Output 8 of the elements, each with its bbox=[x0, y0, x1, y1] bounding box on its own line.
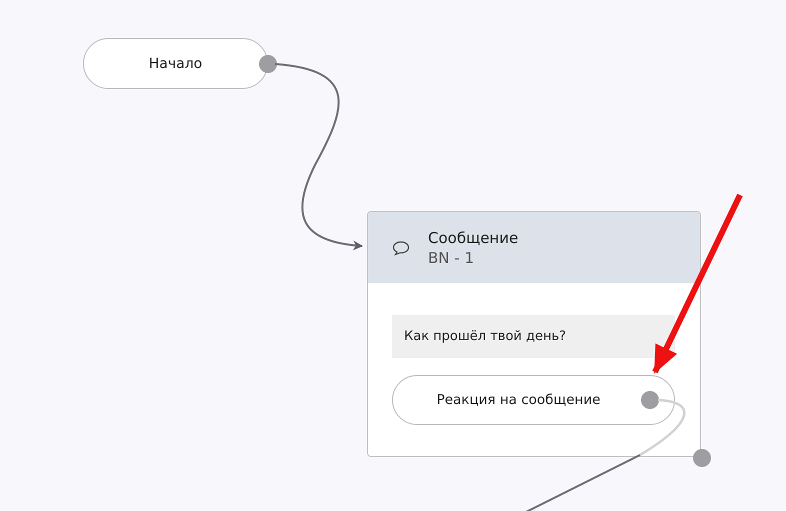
speech-bubble-icon bbox=[392, 240, 410, 256]
message-text: Как прошёл твой день? bbox=[392, 315, 675, 358]
connection-port[interactable] bbox=[693, 449, 711, 467]
node-subtitle: BN - 1 bbox=[428, 248, 476, 266]
reaction-button[interactable]: Реакция на сообщение bbox=[392, 375, 675, 425]
message-node-card[interactable]: Сообщение BN - 1 Как прошёл твой день? Реакция на сообщение bbox=[367, 211, 701, 457]
start-node[interactable]: Начало bbox=[83, 38, 268, 89]
node-title: Сообщение bbox=[428, 228, 518, 246]
